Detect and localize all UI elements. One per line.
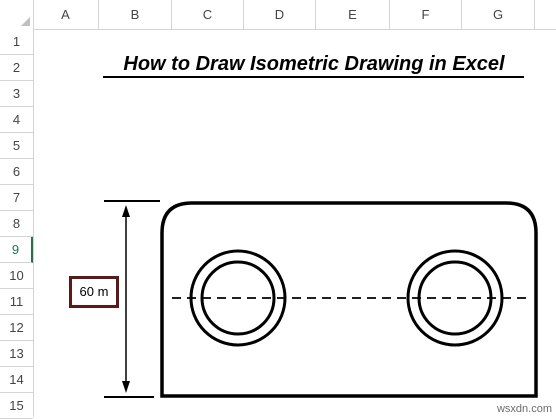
dimension-arrow-down-icon	[122, 381, 130, 393]
dimension-label-box[interactable]: 60 m	[69, 276, 119, 308]
dimension-arrow-up-icon	[122, 205, 130, 217]
watermark-text: wsxdn.com	[496, 403, 552, 415]
main-body-shape[interactable]	[160, 201, 538, 398]
isometric-drawing-canvas	[104, 200, 538, 398]
